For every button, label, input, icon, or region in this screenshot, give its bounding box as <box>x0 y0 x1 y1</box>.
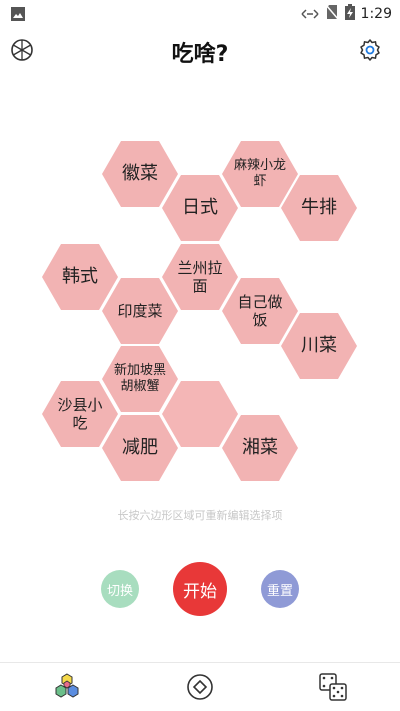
hex-option-label: 沙县小吃 <box>57 396 103 432</box>
hex-option-label: 日式 <box>182 197 218 219</box>
hex-option[interactable]: 日式 <box>162 175 238 241</box>
hex-option-label: 湘菜 <box>242 437 278 459</box>
hex-option[interactable]: 沙县小吃 <box>42 381 118 447</box>
hex-option-label: 兰州拉面 <box>177 259 223 295</box>
hex-option-label: 川菜 <box>301 335 337 357</box>
settings-gear-icon[interactable] <box>356 36 384 64</box>
hex-option[interactable]: 湘菜 <box>222 415 298 481</box>
hex-option-label: 自己做饭 <box>237 293 283 329</box>
dice-icon[interactable] <box>317 671 349 703</box>
hex-option[interactable]: 麻辣小龙虾 <box>222 141 298 207</box>
switch-button[interactable]: 切换 <box>101 570 139 608</box>
bottom-nav <box>0 662 400 711</box>
edit-hint-text: 长按六边形区域可重新编辑选择项 <box>117 509 283 522</box>
reset-button[interactable]: 重置 <box>261 570 299 608</box>
battery-charging-icon <box>344 4 355 24</box>
image-icon <box>11 6 25 25</box>
diamond-circle-icon[interactable] <box>184 671 216 703</box>
hex-option[interactable]: 徽菜 <box>102 141 178 207</box>
hex-option[interactable]: 自己做饭 <box>222 278 298 344</box>
hex-option[interactable]: 减肥 <box>102 415 178 481</box>
hex-option-label: 韩式 <box>62 266 98 288</box>
status-bar: 1:29 <box>0 0 400 28</box>
hexagons-icon[interactable] <box>51 671 83 703</box>
hex-option-label: 新加坡黑胡椒蟹 <box>114 363 167 394</box>
hex-option[interactable]: 新加坡黑胡椒蟹 <box>102 346 178 412</box>
hex-option[interactable]: 韩式 <box>42 244 118 310</box>
hex-option-label: 麻辣小龙虾 <box>234 158 287 189</box>
signal-icon <box>301 5 319 24</box>
start-button[interactable]: 开始 <box>173 562 227 616</box>
hex-option[interactable]: 兰州拉面 <box>162 244 238 310</box>
hex-option[interactable]: 川菜 <box>281 313 357 379</box>
hex-option[interactable]: 印度菜 <box>102 278 178 344</box>
page-title: 吃啥? <box>171 42 229 67</box>
app-header: 吃啥? <box>0 28 400 72</box>
status-time: 1:29 <box>360 6 392 22</box>
hex-option-empty[interactable] <box>162 381 238 447</box>
hex-option-label: 徽菜 <box>122 163 158 185</box>
app-screen: 1:29 吃啥? 徽菜 麻辣小龙虾 日式 牛排 韩式 兰州拉面 印度菜 自己做饭… <box>0 0 400 711</box>
no-sim-icon <box>324 4 339 24</box>
hex-option-label: 牛排 <box>301 197 337 219</box>
hex-option-label: 减肥 <box>122 437 158 459</box>
hex-option[interactable]: 牛排 <box>281 175 357 241</box>
hex-option-label: 印度菜 <box>117 302 163 320</box>
